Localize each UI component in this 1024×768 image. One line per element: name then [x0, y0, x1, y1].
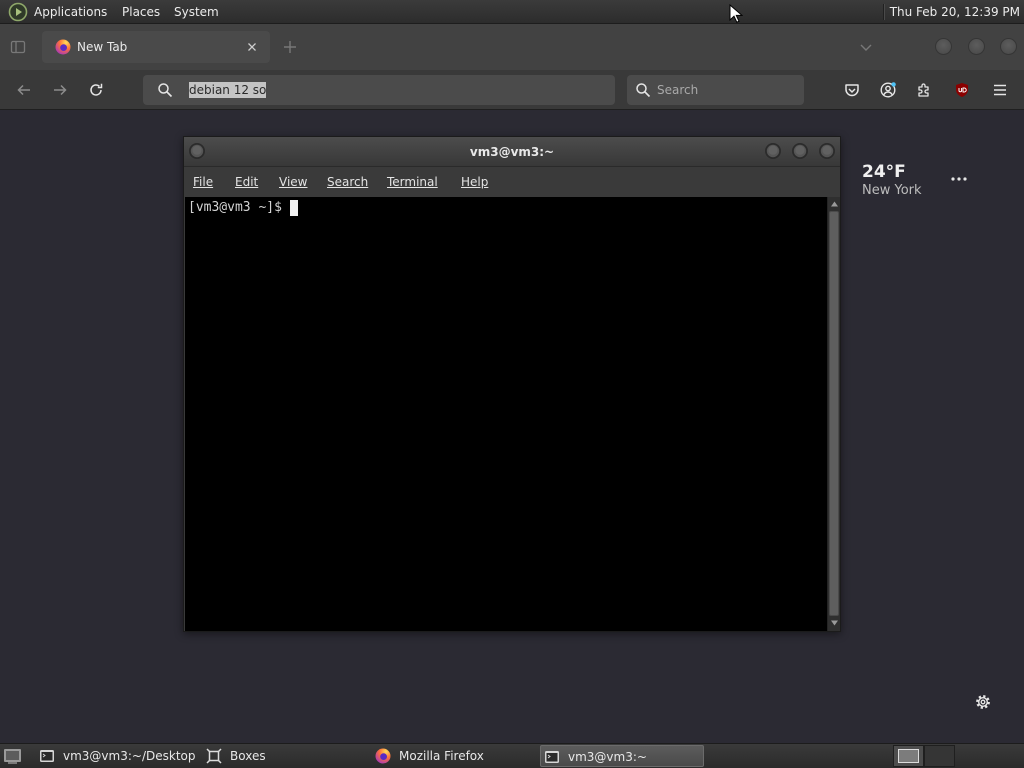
- taskbar-item-firefox[interactable]: Mozilla Firefox: [372, 745, 536, 767]
- scroll-down-arrow-icon[interactable]: [830, 619, 839, 627]
- taskbar-item-boxes[interactable]: Boxes: [203, 745, 367, 767]
- workspace-2[interactable]: [924, 745, 955, 767]
- bottom-panel: vm3@vm3:~/Desktop Boxes Mozilla Firefox …: [0, 743, 1024, 768]
- taskbar-item-terminal-home[interactable]: vm3@vm3:~: [540, 745, 704, 767]
- show-desktop-icon[interactable]: [3, 747, 22, 765]
- mate-menu-icon[interactable]: [8, 2, 28, 22]
- scroll-up-arrow-icon[interactable]: [830, 200, 839, 208]
- terminal-titlebar[interactable]: vm3@vm3:~: [184, 137, 840, 167]
- search-bar[interactable]: Search: [627, 75, 804, 105]
- text-cursor: [289, 200, 298, 216]
- close-icon[interactable]: [244, 39, 260, 55]
- reload-icon[interactable]: [88, 82, 104, 98]
- weather-location[interactable]: New York: [862, 183, 922, 199]
- forward-icon[interactable]: [52, 82, 68, 98]
- taskbar-item-label: Mozilla Firefox: [399, 749, 484, 763]
- weather-temperature[interactable]: 24°F: [862, 162, 906, 182]
- maximize-button[interactable]: [791, 142, 809, 160]
- clock[interactable]: Thu Feb 20, 12:39 PM: [890, 4, 1020, 20]
- menu-edit[interactable]: Edit: [235, 174, 258, 190]
- address-input[interactable]: debian 12 so: [189, 82, 267, 98]
- sidebar-icon[interactable]: [10, 39, 26, 55]
- search-input[interactable]: Search: [657, 82, 698, 98]
- mouse-cursor-icon: [729, 4, 743, 24]
- taskbar-item-terminal-desktop[interactable]: vm3@vm3:~/Desktop: [36, 745, 200, 767]
- system-menu[interactable]: System: [174, 4, 219, 20]
- terminal-prompt-line: [vm3@vm3 ~]$: [188, 200, 298, 216]
- extensions-icon[interactable]: [916, 82, 932, 98]
- taskbar-item-label: Boxes: [230, 749, 266, 763]
- taskbar-item-label: vm3@vm3:~/Desktop: [63, 749, 196, 763]
- back-icon[interactable]: [16, 82, 32, 98]
- firefox-navigation-bar: debian 12 so Search: [0, 70, 1024, 110]
- terminal-output[interactable]: [vm3@vm3 ~]$: [185, 197, 827, 631]
- shell-prompt: [vm3@vm3 ~]$: [188, 200, 282, 215]
- workspace-1[interactable]: [893, 745, 924, 767]
- firefox-tab-strip: New Tab: [0, 24, 1024, 70]
- tab-title: New Tab: [77, 40, 128, 54]
- panel-separator: [883, 4, 885, 20]
- account-icon[interactable]: [880, 82, 896, 98]
- pocket-icon[interactable]: [844, 82, 860, 98]
- menu-view[interactable]: View: [279, 174, 307, 190]
- minimize-button[interactable]: [764, 142, 782, 160]
- menu-search[interactable]: Search: [327, 174, 368, 190]
- terminal-menubar: File Edit View Search Terminal Help: [184, 167, 840, 197]
- menu-icon[interactable]: [992, 82, 1008, 98]
- firefox-icon: [375, 748, 391, 764]
- boxes-icon: [206, 748, 222, 764]
- menu-terminal[interactable]: Terminal: [387, 174, 438, 190]
- gear-icon[interactable]: [975, 694, 991, 710]
- more-horizontal-icon[interactable]: [950, 171, 968, 187]
- close-window-button[interactable]: [1000, 38, 1017, 55]
- close-window-button[interactable]: [818, 142, 836, 160]
- terminal-title: vm3@vm3:~: [469, 145, 555, 159]
- maximize-button[interactable]: [968, 38, 985, 55]
- applications-menu[interactable]: Applications: [34, 4, 107, 20]
- search-icon: [157, 82, 173, 98]
- tab-new-tab[interactable]: New Tab: [42, 31, 270, 63]
- scrollbar-thumb[interactable]: [829, 211, 839, 616]
- minimize-button[interactable]: [935, 38, 952, 55]
- firefox-icon: [55, 39, 71, 55]
- terminal-icon: [544, 749, 560, 765]
- top-panel: Applications Places System Thu Feb 20, 1…: [0, 0, 1024, 24]
- places-menu[interactable]: Places: [122, 4, 160, 20]
- search-icon: [635, 82, 651, 98]
- workspace-window-thumbnail: [898, 749, 919, 763]
- ublock-icon[interactable]: [954, 82, 970, 98]
- menu-file[interactable]: File: [193, 174, 213, 190]
- terminal-scrollbar[interactable]: [827, 197, 840, 631]
- taskbar-item-label: vm3@vm3:~: [568, 750, 647, 764]
- terminal-window: vm3@vm3:~ File Edit View Search Terminal…: [183, 136, 841, 632]
- terminal-icon: [39, 748, 55, 764]
- new-tab-plus-icon[interactable]: [282, 39, 298, 55]
- list-all-tabs-icon[interactable]: [858, 39, 874, 55]
- address-bar[interactable]: debian 12 so: [143, 75, 615, 105]
- menu-help[interactable]: Help: [461, 174, 488, 190]
